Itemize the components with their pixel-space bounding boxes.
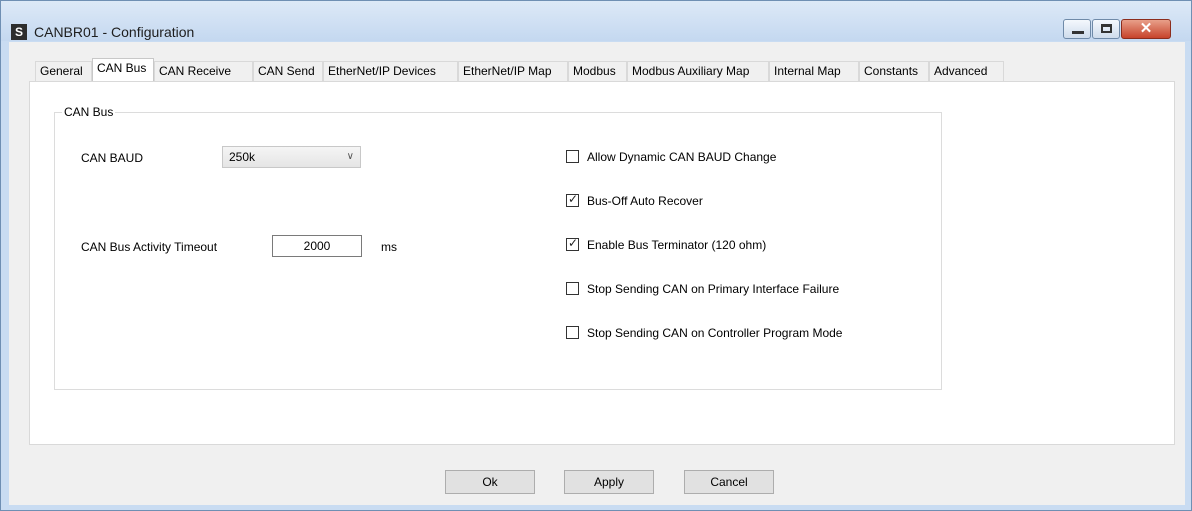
tab-ethernet-ip-devices[interactable]: EtherNet/IP Devices [323, 61, 458, 81]
checkbox-label: Allow Dynamic CAN BAUD Change [587, 150, 777, 164]
tab-ethernet-ip-map[interactable]: EtherNet/IP Map [458, 61, 568, 81]
can-baud-label: CAN BAUD [81, 151, 144, 165]
minimize-icon [1072, 31, 1084, 34]
can-bus-panel: CAN Bus CAN BAUD 250k ∨ CAN Bus Activity… [29, 81, 1175, 445]
close-button[interactable]: ✕ [1121, 19, 1171, 39]
can-baud-value: 250k [229, 150, 256, 164]
can-baud-select[interactable]: 250k ∨ [222, 146, 361, 168]
checkbox-label: Stop Sending CAN on Primary Interface Fa… [587, 282, 840, 296]
minimize-button[interactable] [1063, 19, 1091, 39]
tab-advanced[interactable]: Advanced [929, 61, 1004, 81]
checkbox-box[interactable] [566, 282, 579, 295]
can-bus-groupbox: CAN Bus CAN BAUD 250k ∨ CAN Bus Activity… [54, 105, 942, 390]
window-title: CANBR01 - Configuration [34, 24, 195, 40]
checkbox-box[interactable] [566, 150, 579, 163]
app-icon: S [11, 24, 27, 40]
timeout-unit-label: ms [381, 240, 397, 254]
tab-internal-map[interactable]: Internal Map [769, 61, 859, 81]
tab-can-send[interactable]: CAN Send [253, 61, 323, 81]
dialog-client: General CAN Bus CAN Receive CAN Send Eth… [9, 42, 1185, 505]
checkmark-icon: ✓ [568, 236, 579, 250]
maximize-icon [1101, 24, 1112, 33]
ok-button[interactable]: Ok [445, 470, 535, 494]
title-bar[interactable]: S CANBR01 - Configuration ✕ [1, 1, 1191, 41]
chevron-down-icon: ∨ [346, 151, 354, 162]
configuration-window: S CANBR01 - Configuration ✕ General CAN … [0, 0, 1192, 511]
checkbox-box[interactable]: ✓ [566, 192, 579, 207]
tab-can-receive[interactable]: CAN Receive [154, 61, 253, 81]
tab-modbus[interactable]: Modbus [568, 61, 627, 81]
checkbox-label: Bus-Off Auto Recover [587, 194, 703, 208]
checkmark-icon: ✓ [568, 192, 579, 206]
checkbox-label: Enable Bus Terminator (120 ohm) [587, 238, 767, 252]
checkbox-label: Stop Sending CAN on Controller Program M… [587, 326, 843, 340]
tab-can-bus[interactable]: CAN Bus [92, 58, 154, 81]
activity-timeout-label: CAN Bus Activity Timeout [81, 240, 218, 254]
tab-general[interactable]: General [35, 61, 92, 81]
activity-timeout-input[interactable]: 2000 [272, 235, 362, 257]
cancel-button[interactable]: Cancel [684, 470, 774, 494]
close-icon: ✕ [1139, 20, 1153, 37]
checkbox-box[interactable] [566, 326, 579, 339]
tab-constants[interactable]: Constants [859, 61, 929, 81]
apply-button[interactable]: Apply [564, 470, 654, 494]
groupbox-title: CAN Bus [62, 105, 116, 119]
tab-modbus-auxiliary-map[interactable]: Modbus Auxiliary Map [627, 61, 769, 81]
checkbox-box[interactable]: ✓ [566, 236, 579, 251]
maximize-button[interactable] [1092, 19, 1120, 39]
